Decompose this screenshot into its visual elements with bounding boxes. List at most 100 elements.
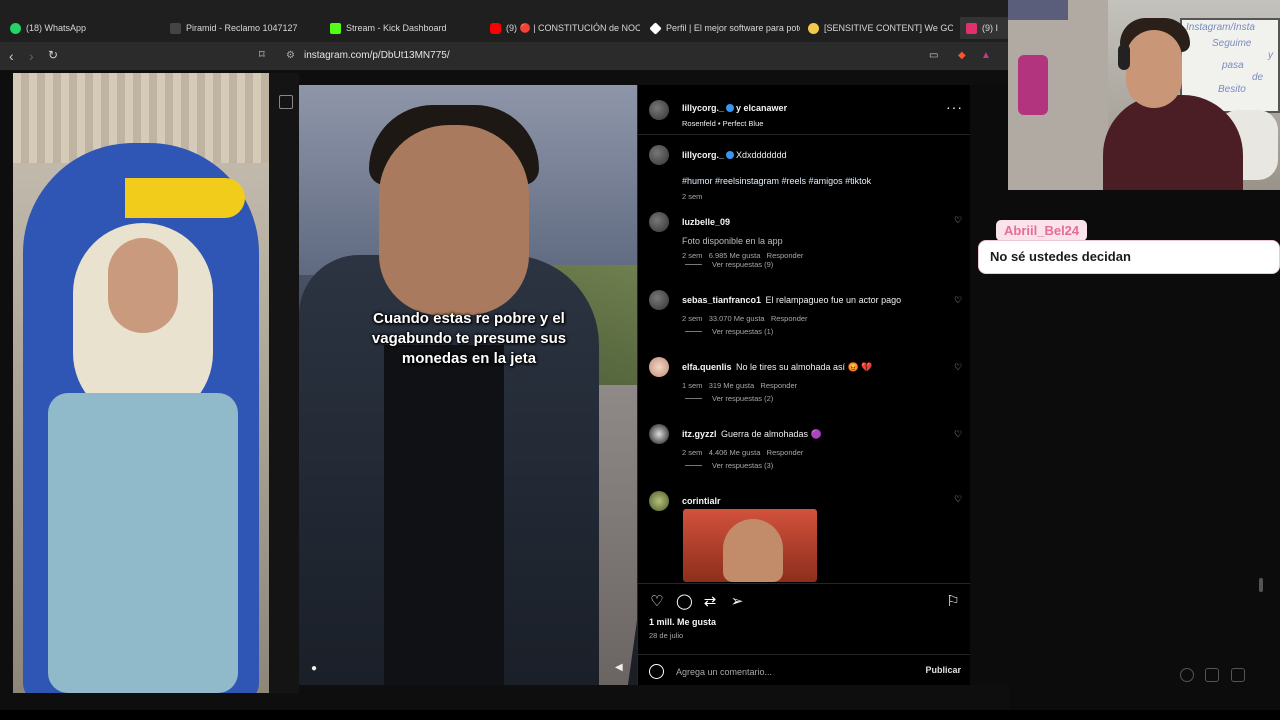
image-icon[interactable] xyxy=(1205,668,1219,682)
comment-text: No le tires su almohada así 😡 💔 xyxy=(735,362,873,372)
tab-label: (18) WhatsApp xyxy=(26,23,87,33)
like-icon[interactable]: ♡ xyxy=(649,594,665,610)
kick-icon xyxy=(330,22,341,34)
diamond-icon xyxy=(650,21,662,35)
view-replies-button[interactable]: Ver respuestas (9) xyxy=(685,260,773,269)
back-icon[interactable]: ‹ xyxy=(9,48,14,64)
whiteboard-text: pasa xyxy=(1222,60,1244,71)
background-post-image xyxy=(13,73,269,693)
comment-like-icon[interactable]: ♡ xyxy=(954,363,963,372)
avatar[interactable] xyxy=(649,100,669,120)
view-replies-button[interactable]: Ver respuestas (2) xyxy=(685,394,773,403)
new-message-icon[interactable] xyxy=(279,95,293,109)
comment-time: 2 sem xyxy=(682,314,703,323)
comment-text: Guerra de almohadas 🟣 xyxy=(720,429,822,439)
reload-icon[interactable]: ↻ xyxy=(48,48,58,62)
comment-username[interactable]: corintialr xyxy=(682,496,721,506)
comment-username[interactable]: elfa.quenlis xyxy=(682,362,732,372)
view-replies-button[interactable]: Ver respuestas (3) xyxy=(685,461,773,470)
mic-icon[interactable] xyxy=(1180,668,1194,682)
rewards-icon[interactable]: ▲ xyxy=(981,50,991,61)
tab-whatsapp[interactable]: (18) WhatsApp xyxy=(10,17,160,39)
view-replies-label: Ver respuestas (3) xyxy=(712,461,774,470)
browser-tab-bar: (18) WhatsApp Piramid - Reclamo 1047127 … xyxy=(0,0,1010,42)
more-options-icon[interactable]: ··· xyxy=(946,100,963,114)
reply-button[interactable]: Responder xyxy=(767,251,804,260)
caption-text: Xdxddddddd xyxy=(736,150,787,160)
avatar[interactable] xyxy=(649,424,669,444)
verified-icon xyxy=(726,151,735,159)
emoji-icon[interactable] xyxy=(649,664,664,679)
reply-button[interactable]: Responder xyxy=(767,448,804,457)
tab-youtube[interactable]: (9) 🔴 | CONSTITUCIÓN de NOCHE xyxy=(490,17,640,39)
tab-label: (9) I xyxy=(982,23,999,33)
sound-icon[interactable]: ◀ xyxy=(615,662,623,673)
reel-video[interactable]: Cuando estas re pobre y el vagabundo te … xyxy=(299,85,637,685)
taskbar xyxy=(0,710,1280,720)
like-count[interactable]: 1 mill. Me gusta xyxy=(649,617,716,627)
tab-kick[interactable]: Stream - Kick Dashboard xyxy=(330,17,480,39)
coauthor[interactable]: y elcanawer xyxy=(736,103,787,113)
tab-sensitive[interactable]: [SENSITIVE CONTENT] We GOTTA G xyxy=(808,17,953,39)
tab-instagram-active[interactable]: (9) I xyxy=(960,17,1010,39)
comment-icon[interactable]: ◯ xyxy=(676,594,693,610)
view-replies-button[interactable]: Ver respuestas (1) xyxy=(685,327,773,336)
comment-username[interactable]: luzbelle_09 xyxy=(682,217,730,227)
video-caption: Cuando estas re pobre y el vagabundo te … xyxy=(371,310,567,367)
repost-icon[interactable]: ⇄ xyxy=(702,594,718,610)
avatar[interactable] xyxy=(649,357,669,377)
comment-time: 1 sem xyxy=(682,381,703,390)
page-dim-overlay xyxy=(269,73,299,693)
comment-like-icon[interactable]: ♡ xyxy=(954,495,963,504)
publish-button[interactable]: Publicar xyxy=(925,665,961,675)
whiteboard-text: y xyxy=(1268,50,1273,61)
comment-username[interactable]: itz.gyzzl xyxy=(682,429,717,439)
bookmark-icon[interactable]: ⌑ xyxy=(259,48,265,61)
avatar[interactable] xyxy=(649,212,669,232)
caption-hashtags[interactable]: #humor #reelsinstagram #reels #amigos #t… xyxy=(682,176,962,186)
tab-perfil[interactable]: Perfil | El mejor software para poten xyxy=(650,17,800,39)
author-username[interactable]: lillycorg._ xyxy=(682,103,724,113)
address-bar[interactable]: ⚙ instagram.com/p/DbUt13MN775/ xyxy=(280,47,1000,65)
comment-like-icon[interactable]: ♡ xyxy=(954,296,963,305)
page-icon xyxy=(170,22,181,34)
site-info-icon[interactable]: ⚙ xyxy=(286,47,295,65)
cast-icon[interactable]: ▭ xyxy=(929,50,938,61)
whiteboard-text: de xyxy=(1252,72,1264,83)
comment-like-icon[interactable]: ♡ xyxy=(954,430,963,439)
forward-icon[interactable]: › xyxy=(29,48,34,64)
comment-input[interactable] xyxy=(676,663,896,680)
avatar[interactable] xyxy=(649,145,669,165)
audio-info[interactable]: Rosenfeld • Perfect Blue xyxy=(682,119,787,128)
comment-likes[interactable]: 33.070 Me gusta xyxy=(709,314,765,323)
save-icon[interactable]: ⚐ xyxy=(945,594,961,610)
whiteboard-text: Seguime xyxy=(1212,38,1252,49)
webcam-overlay: Instagram/Insta Seguime y pasa de Besito xyxy=(1008,0,1280,190)
reply-button[interactable]: Responder xyxy=(771,314,808,323)
comment-gif[interactable] xyxy=(683,509,817,582)
comment-like-icon[interactable]: ♡ xyxy=(954,216,963,225)
comment-likes[interactable]: 4.406 Me gusta xyxy=(709,448,761,457)
reply-button[interactable]: Responder xyxy=(760,381,797,390)
tab-label: [SENSITIVE CONTENT] We GOTTA G xyxy=(824,23,953,33)
comment-likes[interactable]: 6.985 Me gusta xyxy=(709,251,761,260)
comment-time: 2 sem xyxy=(682,251,703,260)
tab-label: Piramid - Reclamo 1047127 xyxy=(186,23,298,33)
comment-username[interactable]: sebas_tianfranco1 xyxy=(682,295,761,305)
page-backdrop xyxy=(970,85,1010,685)
youtube-icon xyxy=(490,22,501,34)
brave-shield-icon[interactable]: ◆ xyxy=(958,50,966,61)
avatar[interactable] xyxy=(649,290,669,310)
caption-username[interactable]: lillycorg._ xyxy=(682,150,724,160)
comment-time: 2 sem xyxy=(682,448,703,457)
tagged-user-icon[interactable]: ● xyxy=(311,663,317,674)
tab-piramid[interactable]: Piramid - Reclamo 1047127 xyxy=(170,17,320,39)
avatar[interactable] xyxy=(649,491,669,511)
comment-likes[interactable]: 319 Me gusta xyxy=(709,381,754,390)
sticker-icon[interactable] xyxy=(1231,668,1245,682)
instagram-icon xyxy=(966,22,977,34)
share-icon[interactable]: ➢ xyxy=(729,594,745,610)
headset-icon xyxy=(1118,44,1130,70)
comment-text: El relampagueo fue un actor pago xyxy=(765,295,902,305)
scrollbar-thumb[interactable] xyxy=(1259,578,1263,592)
